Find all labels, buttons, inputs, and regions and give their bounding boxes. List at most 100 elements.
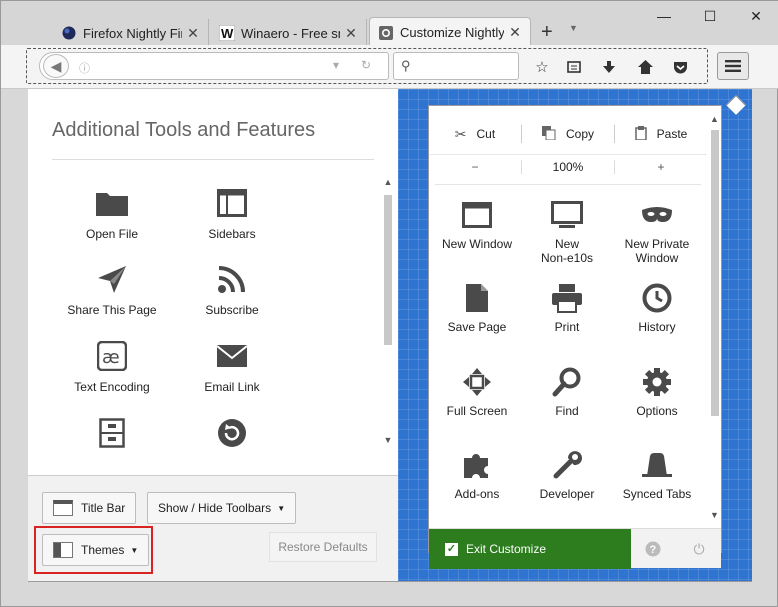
palette-item-label: Open File [85, 227, 139, 241]
menu-item-options[interactable]: Options [611, 367, 703, 418]
divider [435, 184, 701, 185]
wrench-icon [521, 450, 613, 480]
show-hide-toolbars-button[interactable]: Show / Hide Toolbars ▼ [147, 492, 297, 524]
chevron-up-icon[interactable]: ▲ [710, 114, 719, 124]
menu-item-full-screen[interactable]: Full Screen [431, 367, 523, 418]
close-window-button[interactable]: ✕ [741, 5, 771, 27]
tab-strip: Firefox Nightly First ✕ W Winaero - Free… [1, 1, 778, 47]
menu-item-new-window[interactable]: New Window [431, 200, 523, 251]
palette-item-share-this-page[interactable]: Share This Page [52, 261, 172, 317]
panel-footer: ✓ Exit Customize ? ⏻ [429, 528, 721, 569]
panel-scrollbar[interactable]: ▲ ▼ [708, 106, 722, 528]
winaero-w-icon: W [219, 25, 235, 41]
close-icon[interactable]: ✕ [344, 25, 358, 42]
search-icon: ⚲ [401, 58, 411, 73]
browser-window: Firefox Nightly First ✕ W Winaero - Free… [0, 0, 778, 607]
chevron-up-icon[interactable]: ▲ [382, 177, 394, 187]
new-tab-button[interactable]: + [541, 21, 553, 44]
star-icon[interactable]: ☆ [531, 57, 553, 77]
reading-list-icon[interactable] [563, 57, 585, 77]
folder-icon [52, 185, 172, 221]
paste-button[interactable]: Paste [615, 125, 707, 143]
title-bar-button[interactable]: Title Bar [42, 492, 137, 524]
chevron-down-icon: ▼ [130, 545, 139, 555]
tab-label: Customize Nightly [400, 25, 504, 40]
palette-item-open-file[interactable]: Open File [52, 185, 172, 241]
menu-item-add-ons[interactable]: Add-ons [431, 450, 523, 501]
tab-customize-nightly[interactable]: Customize Nightly ✕ [369, 17, 531, 47]
menu-item-label: Full Screen [446, 404, 508, 418]
cabinet-icon [52, 415, 172, 451]
scrollbar-thumb[interactable] [384, 195, 392, 345]
search-bar[interactable]: ⚲ [393, 52, 519, 80]
cut-button[interactable]: ✂ Cut [429, 126, 521, 143]
puzzle-icon [431, 450, 523, 480]
svg-text:W: W [221, 26, 234, 41]
menu-item-label: New Non-e10s [540, 237, 594, 265]
zoom-controls: − 100% + [429, 154, 707, 178]
close-icon[interactable]: ✕ [508, 24, 522, 41]
svg-text:æ: æ [102, 347, 120, 368]
palette-scrollbar[interactable]: ▲ ▼ [382, 177, 394, 447]
palette-title: Additional Tools and Features [52, 119, 316, 141]
home-icon[interactable] [634, 57, 656, 77]
copy-button[interactable]: Copy [522, 125, 614, 143]
zoom-out-button[interactable]: − [429, 160, 521, 174]
tab-firefox-nightly[interactable]: Firefox Nightly First ✕ [53, 19, 209, 47]
exit-customize-button[interactable]: ✓ Exit Customize [429, 529, 631, 569]
palette-item-forget[interactable] [172, 415, 292, 457]
scrollbar-thumb[interactable] [711, 130, 719, 416]
zoom-reset-button[interactable]: 100% [521, 159, 615, 174]
themes-button[interactable]: Themes ▼ [42, 534, 150, 566]
tab-label: Firefox Nightly First [83, 25, 182, 41]
menu-item-new-non-e10s[interactable]: New Non-e10s [521, 200, 613, 265]
scissors-icon: ✂ [454, 125, 467, 142]
menu-item-label: Developer [539, 487, 595, 501]
hamburger-menu-button[interactable] [717, 52, 749, 80]
zoom-in-button[interactable]: + [615, 160, 707, 174]
palette-item-label: Subscribe [205, 303, 259, 317]
sidebars-icon [172, 185, 292, 221]
divider [28, 581, 752, 582]
text-encoding-icon: æ [52, 338, 172, 374]
palette-item-email-link[interactable]: Email Link [172, 338, 292, 394]
palette-item-text-encoding[interactable]: æ Text Encoding [52, 338, 172, 394]
chevron-down-icon[interactable]: ▼ [710, 510, 719, 520]
close-icon[interactable]: ✕ [186, 25, 200, 42]
palette-item-subscribe[interactable]: Subscribe [172, 261, 292, 317]
menu-item-print[interactable]: Print [521, 283, 613, 334]
divider [52, 159, 374, 160]
copy-icon [541, 125, 556, 143]
download-icon[interactable] [598, 57, 620, 77]
tab-winaero[interactable]: W Winaero - Free smal ✕ [211, 19, 367, 47]
quit-button[interactable]: ⏻ [689, 539, 709, 559]
menu-item-synced-tabs[interactable]: Synced Tabs [611, 450, 703, 501]
menu-item-developer[interactable]: Developer [521, 450, 613, 501]
menu-item-label: Find [555, 404, 579, 418]
chevron-down-icon[interactable]: ▼ [382, 435, 394, 445]
menu-item-history[interactable]: History [611, 283, 703, 334]
palette-item-sidebars[interactable]: Sidebars [172, 185, 292, 241]
menu-item-label: Add-ons [454, 487, 500, 501]
back-button[interactable]: ◀ [43, 54, 69, 78]
maximize-button[interactable]: ☐ [695, 5, 725, 27]
chevron-down-icon[interactable]: ▼ [569, 23, 578, 33]
menu-item-label: History [638, 320, 676, 334]
help-button[interactable]: ? [643, 539, 663, 559]
palette-item-cabinet[interactable] [52, 415, 172, 457]
clock-icon [611, 283, 703, 313]
reload-icon[interactable]: ↻ [361, 58, 371, 72]
menu-item-new-private-window[interactable]: New Private Window [611, 200, 703, 265]
pocket-icon[interactable] [669, 57, 691, 77]
customize-palette: Additional Tools and Features Open File … [28, 89, 398, 581]
save-page-icon [431, 283, 523, 313]
customize-footer: Title Bar Show / Hide Toolbars ▼ Themes … [28, 475, 398, 581]
share-paper-plane-icon [52, 261, 172, 297]
fullscreen-arrows-icon [431, 367, 523, 397]
minimize-button[interactable]: — [649, 5, 679, 27]
gear-icon [611, 367, 703, 397]
navigation-toolbar: ◀ ⓘ ▾ ↻ ⚲ ☆ [1, 45, 778, 89]
menu-item-find[interactable]: Find [521, 367, 613, 418]
menu-item-save-page[interactable]: Save Page [431, 283, 523, 334]
restore-defaults-button[interactable]: Restore Defaults [269, 532, 377, 562]
